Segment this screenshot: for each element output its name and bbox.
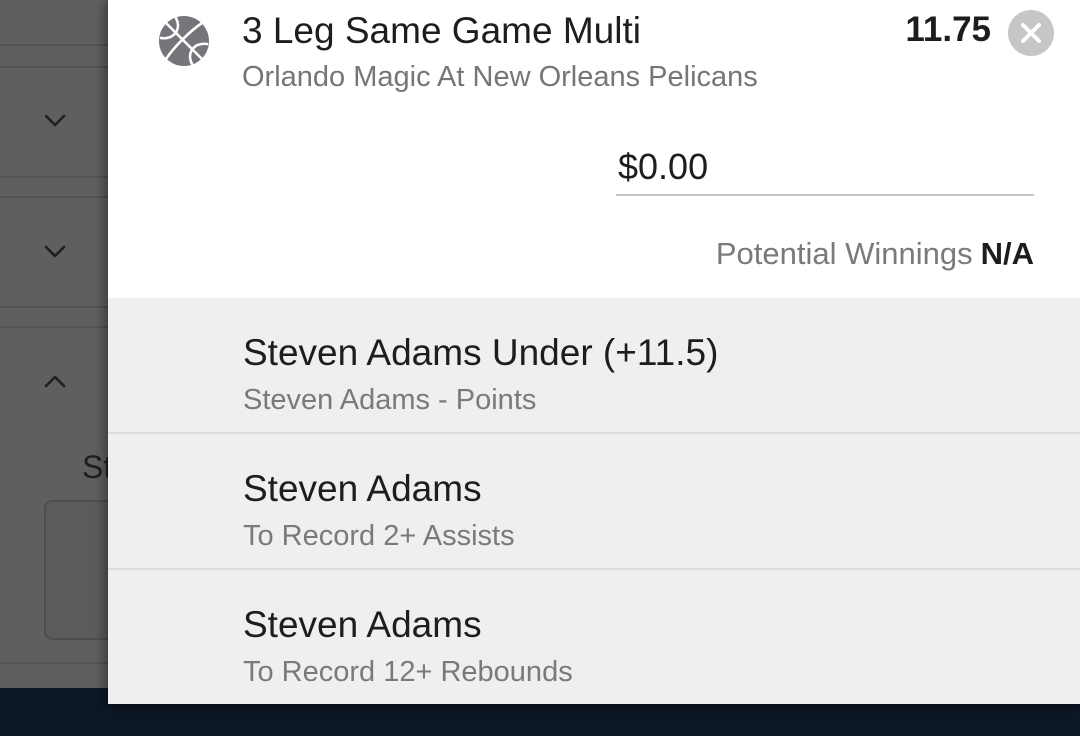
potential-winnings: Potential Winnings N/A — [716, 236, 1034, 272]
bet-event-name: Orlando Magic At New Orleans Pelicans — [242, 61, 758, 93]
bet-header: 3 Leg Same Game Multi Orlando Magic At N… — [108, 0, 1080, 298]
screen: St 3 Leg Same Game Multi Orlando Magic A… — [0, 0, 1080, 736]
chevron-down-icon[interactable] — [42, 238, 68, 264]
close-button[interactable] — [1008, 10, 1054, 56]
leg-market: To Record 2+ Assists — [243, 520, 515, 552]
leg-selection: Steven Adams — [243, 604, 482, 645]
chevron-up-icon[interactable] — [42, 369, 68, 395]
bet-odds: 11.75 — [905, 10, 991, 49]
leg-selection: Steven Adams Under (+11.5) — [243, 332, 719, 373]
basketball-icon — [157, 14, 211, 68]
stake-value[interactable]: $0.00 — [618, 146, 708, 188]
bet-legs-list: Steven Adams Under (+11.5) Steven Adams … — [108, 298, 1080, 704]
leg-market: To Record 12+ Rebounds — [243, 656, 573, 688]
potential-winnings-value: N/A — [980, 236, 1034, 271]
bet-title: 3 Leg Same Game Multi — [242, 10, 641, 51]
bet-slip-sheet: 3 Leg Same Game Multi Orlando Magic At N… — [108, 0, 1080, 704]
chevron-down-icon[interactable] — [42, 107, 68, 133]
leg-market: Steven Adams - Points — [243, 384, 537, 416]
potential-winnings-label: Potential Winnings — [715, 236, 973, 271]
close-icon[interactable] — [1008, 10, 1054, 56]
bet-leg: Steven Adams To Record 12+ Rebounds — [108, 570, 1080, 704]
bet-leg: Steven Adams To Record 2+ Assists — [108, 434, 1080, 570]
stake-input[interactable]: $0.00 — [616, 140, 1034, 196]
leg-selection: Steven Adams — [243, 468, 482, 509]
bet-leg: Steven Adams Under (+11.5) Steven Adams … — [108, 298, 1080, 434]
